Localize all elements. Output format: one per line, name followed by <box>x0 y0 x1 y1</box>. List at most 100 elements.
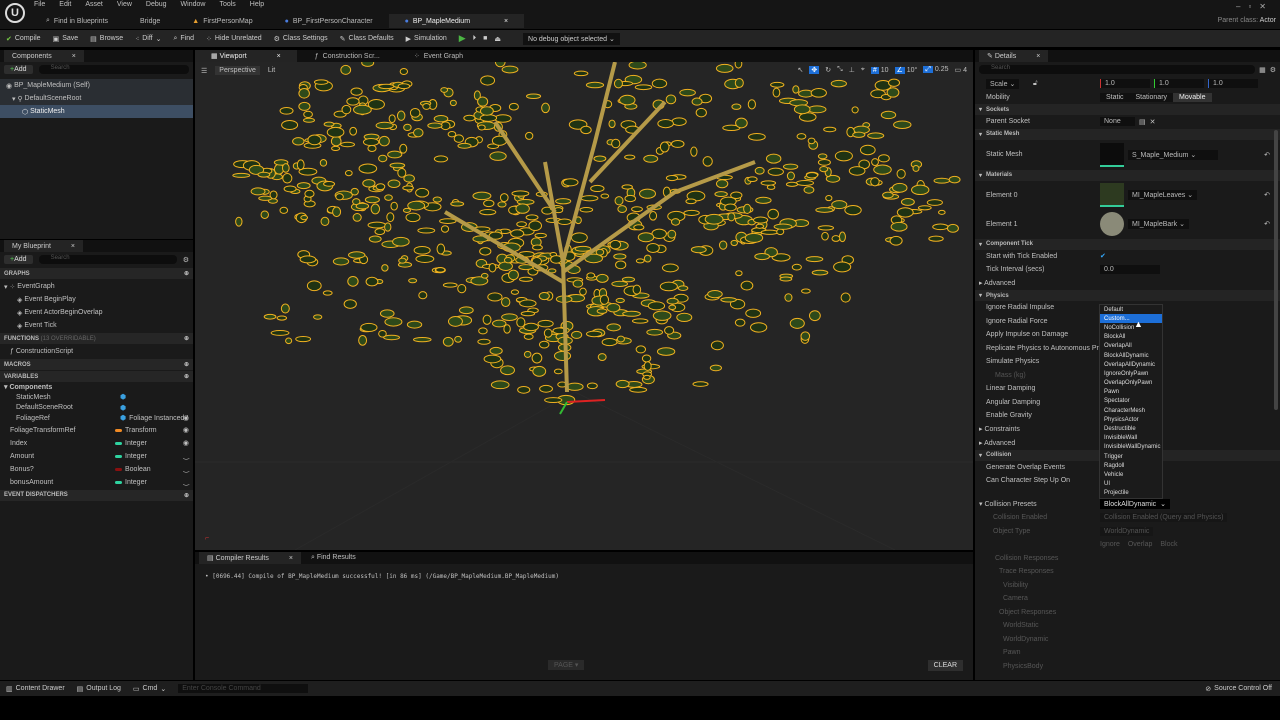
translate-icon[interactable]: ✥ <box>809 66 820 74</box>
dropdown-option[interactable]: Pawn <box>1100 388 1162 397</box>
reset-arrow-icon[interactable]: ↶ <box>1264 220 1270 228</box>
dropdown-option[interactable]: Vehicle <box>1100 470 1162 479</box>
source-control-button[interactable]: ⊘ Source Control Off <box>1205 685 1272 693</box>
static-mesh-picker[interactable]: S_Maple_Medium ⌄ <box>1128 149 1218 160</box>
element1-picker[interactable]: MI_MapleBark ⌄ <box>1128 219 1189 229</box>
functions-section[interactable]: FUNCTIONS (13 OVERRIDABLE) ⊕ <box>0 333 193 344</box>
event-item[interactable]: ◈ Event ActorBeginOverlap <box>0 306 193 319</box>
dropdown-option[interactable]: Destructible <box>1100 424 1162 433</box>
event-graph-item[interactable]: ▾ ⁘ EventGraph <box>0 280 193 293</box>
event-dispatchers-section[interactable]: EVENT DISPATCHERS ⊕ <box>0 489 193 501</box>
cmd-dropdown[interactable]: ▭ Cmd ⌄ <box>133 685 166 693</box>
clear-icon[interactable]: ✕ <box>1150 118 1156 126</box>
surface-snap-icon[interactable]: ⊥ <box>849 66 855 74</box>
components-search-input[interactable]: Search <box>38 65 189 74</box>
dropdown-option[interactable]: OverlapOnlyPawn <box>1100 379 1162 388</box>
close-icon[interactable]: × <box>289 555 293 562</box>
scale-z-input[interactable]: 1.0 <box>1208 79 1258 89</box>
tab-4[interactable]: ● BP_MapleMedium × <box>388 14 525 28</box>
object-type-dropdown[interactable]: WorldDynamic <box>1100 526 1154 536</box>
hide-unrelated-button[interactable]: ⁘ Hide Unrelated <box>206 35 262 43</box>
tree-item-self[interactable]: ◉ BP_MapleMedium (Self) <box>0 79 193 92</box>
tab-compiler-results[interactable]: ▤ Compiler Results × <box>199 552 301 564</box>
reset-arrow-icon[interactable]: ↶ <box>1264 151 1270 159</box>
event-item[interactable]: ◈ Event Tick <box>0 319 193 332</box>
close-icon[interactable]: × <box>71 243 75 250</box>
browse-icon[interactable]: ▤ <box>1139 118 1146 126</box>
add-component-button[interactable]: +Add <box>4 65 33 74</box>
graphs-section[interactable]: GRAPHS ⊕ <box>0 268 193 279</box>
menu-window[interactable]: Window <box>181 1 206 8</box>
add-circle-icon[interactable]: ⊕ <box>184 270 189 277</box>
scale-icon[interactable]: ⤡ <box>837 66 843 74</box>
tab-0[interactable]: ⌕ Find in Blueprints <box>30 14 124 28</box>
static-mesh-section[interactable]: ▾ Static Mesh <box>975 128 1280 140</box>
eye-icon[interactable]: ◉ <box>183 426 189 434</box>
dropdown-option[interactable]: UI <box>1100 480 1162 489</box>
menu-tools[interactable]: Tools <box>219 1 235 8</box>
menu-debug[interactable]: Debug <box>146 1 167 8</box>
dropdown-option[interactable]: Projectile <box>1100 489 1162 498</box>
tab-find-results[interactable]: ⌕ Find Results <box>311 554 356 562</box>
diff-button[interactable]: ⁖ Diff ⌄ <box>135 35 161 43</box>
dropdown-option[interactable]: InvisibleWallDynamic <box>1100 443 1162 452</box>
play-icon[interactable]: ▶ <box>459 33 466 44</box>
scale-x-input[interactable]: 1.0 <box>1100 79 1150 89</box>
add-circle-icon[interactable]: ⊕ <box>184 492 189 499</box>
component-variable[interactable]: DefaultSceneRoot ⬢ <box>0 403 193 414</box>
variable-item[interactable]: Amount Integer ‿ <box>0 450 193 463</box>
variable-item[interactable]: Bonus? Boolean ‿ <box>0 463 193 476</box>
browse-button[interactable]: ▤ Browse <box>90 35 123 43</box>
simulation-button[interactable]: ▶ Simulation <box>406 35 447 43</box>
variable-item[interactable]: FoliageTransformRef Transform ◉ <box>0 424 193 437</box>
output-log-button[interactable]: ▤ Output Log <box>77 685 121 693</box>
dropdown-option[interactable]: IgnoreOnlyPawn <box>1100 369 1162 378</box>
components-group[interactable]: ▾ Components <box>0 383 193 392</box>
dropdown-option[interactable]: CharacterMesh <box>1100 406 1162 415</box>
lock-icon[interactable]: 🔓︎ <box>1033 80 1038 88</box>
viewport[interactable]: ☰ Perspective Lit ↖ ✥ ↻ ⤡ ⊥ ⌖ # 10 ∠ 10° ⤢ 0.… <box>195 62 973 550</box>
tab-viewport[interactable]: ▦ Viewport × <box>195 50 297 62</box>
content-drawer-button[interactable]: ▥ Content Drawer <box>6 685 65 693</box>
find-button[interactable]: ⌕ Find <box>173 35 194 43</box>
dropdown-option[interactable]: OverlapAllDynamic <box>1100 360 1162 369</box>
close-icon[interactable]: × <box>72 53 76 60</box>
details-tab[interactable]: ✎ Details × <box>979 50 1049 62</box>
tab-2[interactable]: ▲ FirstPersonMap <box>176 14 268 28</box>
element0-picker[interactable]: MI_MapleLeaves ⌄ <box>1128 190 1198 200</box>
variable-item[interactable]: bonusAmount Integer ‿ <box>0 476 193 489</box>
tab-1[interactable]: Bridge <box>124 14 176 28</box>
variables-section[interactable]: VARIABLES ⊕ <box>0 371 193 382</box>
add-circle-icon[interactable]: ⊕ <box>184 361 189 368</box>
stop-icon[interactable]: ■ <box>483 35 487 42</box>
advanced-row[interactable]: ▸ Advanced <box>975 277 1280 291</box>
world-local-icon[interactable]: ⌖ <box>861 66 865 74</box>
clear-button[interactable]: CLEAR <box>927 660 963 671</box>
dropdown-option[interactable]: BlockAll <box>1100 333 1162 342</box>
mobility-static[interactable]: Static <box>1100 93 1130 102</box>
grid-snap[interactable]: # 10 <box>870 66 889 74</box>
tree-item-defaultsceneroot[interactable]: ▾ ⚲ DefaultSceneRoot <box>0 92 193 105</box>
scale-y-input[interactable]: 1.0 <box>1154 79 1204 89</box>
tab-event-graph[interactable]: ⁘ Event Graph <box>398 50 479 62</box>
add-circle-icon[interactable]: ⊕ <box>184 335 189 342</box>
components-tab[interactable]: Components × <box>4 50 84 62</box>
close-icon[interactable]: × <box>277 53 281 60</box>
tree-item-staticmesh[interactable]: ⬡ StaticMesh <box>0 105 193 118</box>
close-icon[interactable]: × <box>1036 53 1040 60</box>
details-scrollbar[interactable] <box>1274 130 1278 410</box>
dropdown-option[interactable]: Custom... <box>1100 314 1162 324</box>
component-variable[interactable]: FoliageRef ⬢ Foliage Instanced ! ◉ <box>0 413 193 424</box>
details-search-input[interactable]: Search <box>979 65 1256 74</box>
parent-socket-input[interactable]: None <box>1100 117 1135 127</box>
lit-button[interactable]: Lit <box>268 67 275 74</box>
tab-construction-script[interactable]: ƒ Construction Scr... <box>299 50 396 62</box>
mobility-movable[interactable]: Movable <box>1173 92 1212 102</box>
event-item[interactable]: ◈ Event BeginPlay <box>0 293 193 306</box>
dropdown-option[interactable]: BlockAllDynamic <box>1100 351 1162 360</box>
sockets-section[interactable]: ▾ Sockets <box>975 104 1280 115</box>
dropdown-option[interactable]: Trigger <box>1100 452 1162 461</box>
dropdown-option[interactable]: Default <box>1100 305 1162 314</box>
menu-file[interactable]: File <box>34 1 45 8</box>
component-variable[interactable]: StaticMesh ⬢ <box>0 392 193 403</box>
